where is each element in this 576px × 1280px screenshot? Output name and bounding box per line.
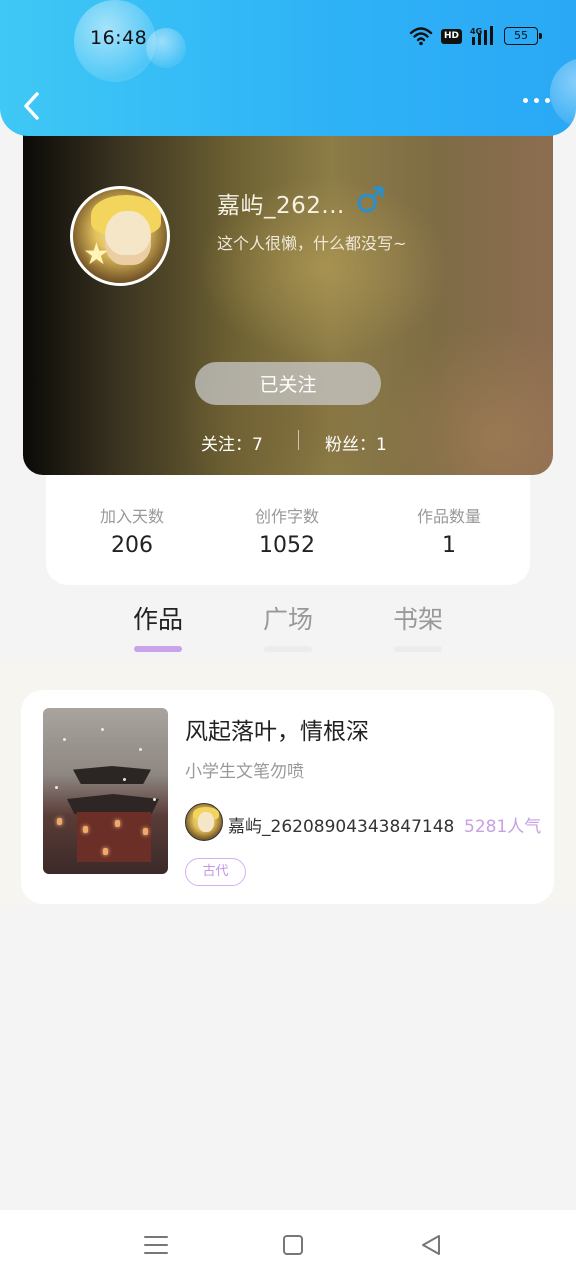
popularity-count: 5281人气 [464,817,542,837]
tab-indicator [134,646,182,652]
genre-tag[interactable]: 古代 [185,858,246,886]
tab-bar: 作品 广场 书架 [0,600,576,652]
square-home-icon[interactable] [279,1230,309,1260]
stat-label: 加入天数 [99,507,164,526]
divider [298,430,299,450]
book-cover-image [43,708,168,874]
bio-text: 这个人很懒，什么都没写~ [217,234,407,253]
avatar[interactable]: ★ [70,186,170,286]
username: 嘉屿_262... [217,193,345,219]
following-count[interactable]: 关注：7 [201,430,263,455]
chevron-left-icon[interactable] [18,88,48,124]
decorative-bubble [550,58,576,128]
tab-indicator [394,646,442,652]
battery-indicator: 55 [504,27,542,45]
tab-indicator [264,646,312,652]
tab-label: 广场 [262,605,313,634]
follow-stats: 关注：7 粉丝：1 [23,430,553,455]
tab-label: 作品 [132,605,183,634]
stat-value: 206 [111,533,153,558]
hd-badge: HD [440,28,462,44]
triangle-back-icon[interactable] [416,1230,446,1260]
avatar [185,803,223,841]
signal-icon: 4G [470,26,496,46]
stat-value: 1052 [259,533,315,558]
fans-count[interactable]: 粉丝：1 [325,430,387,455]
decorative-bubble [146,28,186,68]
male-icon [357,186,384,213]
stat-join-days: 加入天数 206 [62,503,202,558]
status-icons: HD 4G 55 [409,26,542,46]
wifi-icon [409,26,433,46]
stat-word-count: 创作字数 1052 [217,503,357,558]
status-time: 16:48 [90,27,148,49]
tab-plaza[interactable]: 广场 [248,600,328,652]
menu-icon[interactable] [141,1230,171,1260]
list-item[interactable]: 风起落叶，情根深 小学生文笔勿喷 嘉屿_26208904343847148 52… [21,690,554,904]
stat-works-count: 作品数量 1 [379,503,519,558]
tab-bookshelf[interactable]: 书架 [378,600,458,652]
follow-button[interactable]: 已关注 [195,362,381,405]
tab-label: 书架 [392,605,443,634]
stats-card: 加入天数 206 创作字数 1052 作品数量 1 [46,475,530,585]
more-horizontal-icon[interactable] [523,98,550,103]
stat-label: 创作字数 [254,507,319,526]
tab-works[interactable]: 作品 [118,600,198,652]
stat-label: 作品数量 [416,507,481,526]
system-nav-bar [0,1210,576,1280]
profile-banner: ★ 嘉屿_262... 这个人很懒，什么都没写~ 已关注 关注：7 粉丝：1 [23,118,553,475]
book-description: 小学生文笔勿喷 [185,762,304,782]
star-icon: ★ [83,237,110,272]
stat-value: 1 [442,533,456,558]
top-header: 16:48 HD 4G 55 [0,0,576,136]
author-name: 嘉屿_26208904343847148 [228,817,455,837]
book-title: 风起落叶，情根深 [185,719,369,745]
